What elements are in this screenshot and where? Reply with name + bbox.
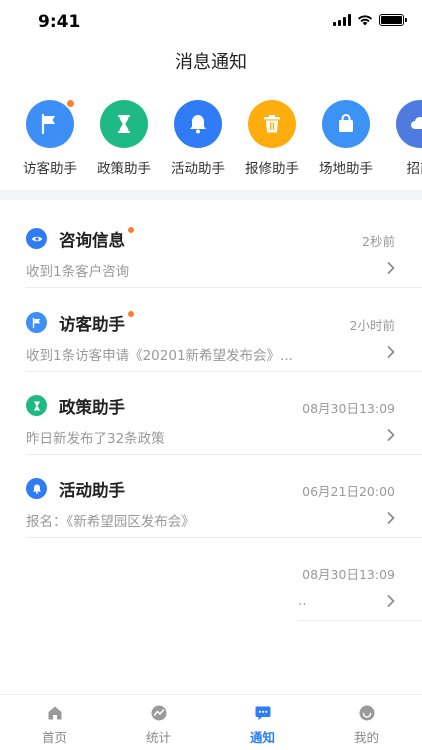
unread-dot [128, 227, 134, 233]
cloud-icon [411, 116, 422, 129]
message-item-consult[interactable]: 咨询信息 2秒前 收到1条客户咨询 [26, 204, 422, 288]
chevron-right-icon [387, 595, 395, 607]
helper-venue-circle [322, 100, 370, 148]
helper-investment-circle [396, 100, 422, 148]
stats-icon [150, 704, 168, 722]
tab-profile[interactable]: 我的 [314, 695, 419, 750]
hourglass-icon [118, 115, 130, 133]
helper-repair[interactable]: 报修助手 [235, 100, 309, 177]
helper-visitor-circle [26, 100, 74, 148]
helper-repair-circle [248, 100, 296, 148]
tab-bar: 首页 统计 通知 我的 [0, 694, 422, 750]
message-time: 06月21日20:00 [302, 484, 395, 499]
message-item-partial[interactable]: 08月30日13:09 .. [298, 537, 422, 621]
status-time: 9:41 [38, 12, 81, 32]
message-time: 2小时前 [349, 318, 395, 333]
message-preview: 收到1条访客申请《20201新希望发布会》... [26, 348, 293, 364]
message-time: 2秒前 [362, 234, 395, 249]
message-item-visitor[interactable]: 访客助手 2小时前 收到1条访客申请《20201新希望发布会》... [26, 288, 422, 372]
message-icon [254, 704, 272, 722]
page-title: 消息通知 [175, 52, 247, 73]
status-icons [333, 14, 407, 26]
chevron-right-icon [387, 346, 395, 358]
section-divider [0, 190, 422, 200]
bell-icon [26, 478, 47, 499]
helper-label: 报修助手 [245, 161, 299, 177]
chevron-right-icon [387, 262, 395, 274]
message-title-text: 活动助手 [59, 481, 125, 500]
signal-icon [333, 14, 351, 26]
eye-icon [26, 228, 47, 249]
helper-policy-circle [100, 100, 148, 148]
hourglass-icon [26, 395, 47, 416]
tab-label: 通知 [249, 730, 275, 745]
helper-label: 场地助手 [319, 161, 373, 177]
message-item-activity[interactable]: 活动助手 06月21日20:00 报名：《新希望园区发布会》 [26, 454, 422, 538]
message-title: 访客助手 [59, 311, 134, 335]
tab-label: 统计 [145, 730, 171, 745]
flag-icon [26, 312, 47, 333]
helper-label: 政策助手 [97, 161, 151, 177]
tab-home[interactable]: 首页 [2, 695, 107, 750]
tab-label: 首页 [41, 730, 67, 745]
helper-venue[interactable]: 场地助手 [309, 100, 383, 177]
message-item-policy[interactable]: 政策助手 08月30日13:09 昨日新发布了32条政策 [26, 371, 422, 455]
helper-shortcuts: 访客助手 政策助手 活动助手 报修助手 场地助手 招商 [0, 100, 422, 180]
helper-visitor[interactable]: 访客助手 [13, 100, 87, 177]
message-preview: 昨日新发布了32条政策 [26, 431, 165, 447]
message-title-text: 政策助手 [59, 398, 125, 417]
message-title: 咨询信息 [59, 227, 134, 251]
bag-icon [339, 114, 353, 132]
tab-label: 我的 [353, 730, 379, 745]
unread-badge [67, 100, 74, 107]
chevron-right-icon [387, 512, 395, 524]
unread-dot [128, 311, 134, 317]
helper-activity[interactable]: 活动助手 [161, 100, 235, 177]
bell-icon [190, 115, 206, 134]
helper-label: 招商 [406, 161, 422, 177]
message-preview: .. [298, 593, 307, 609]
message-time: 08月30日13:09 [302, 567, 395, 582]
trash-icon [264, 115, 280, 133]
helper-policy[interactable]: 政策助手 [87, 100, 161, 177]
message-time: 08月30日13:09 [302, 401, 395, 416]
chevron-right-icon [387, 429, 395, 441]
home-icon [46, 704, 64, 722]
helper-label: 访客助手 [23, 161, 77, 177]
message-title-text: 访客助手 [59, 315, 125, 334]
status-bar: 9:41 [0, 0, 422, 44]
message-title: 活动助手 [59, 477, 125, 501]
helper-investment[interactable]: 招商 [383, 100, 422, 177]
profile-icon [358, 704, 376, 722]
message-title: 政策助手 [59, 394, 125, 418]
tab-notifications[interactable]: 通知 [210, 695, 315, 750]
message-preview: 收到1条客户咨询 [26, 264, 130, 280]
battery-icon [379, 14, 407, 26]
tab-stats[interactable]: 统计 [106, 695, 211, 750]
flag-icon [41, 113, 55, 135]
helper-label: 活动助手 [171, 161, 225, 177]
message-preview: 报名：《新希望园区发布会》 [26, 514, 195, 530]
wifi-icon [358, 15, 372, 26]
message-title-text: 咨询信息 [59, 231, 125, 250]
helper-activity-circle [174, 100, 222, 148]
